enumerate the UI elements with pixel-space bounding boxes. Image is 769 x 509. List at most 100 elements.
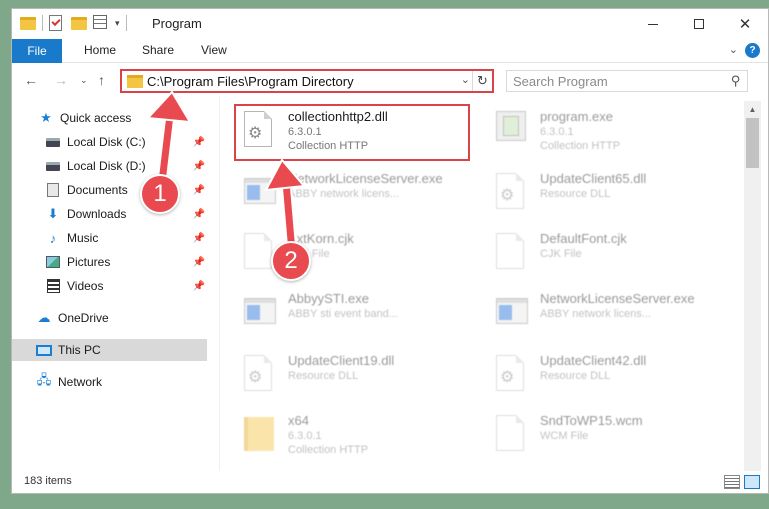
videos-icon xyxy=(45,278,61,294)
pin-icon[interactable]: 📌 xyxy=(193,257,205,268)
pane-divider[interactable] xyxy=(219,96,220,471)
large-icons-view-icon[interactable] xyxy=(744,475,760,489)
scroll-up-icon[interactable]: ▲ xyxy=(744,101,761,118)
tab-share[interactable]: Share xyxy=(142,43,174,57)
sidebar-item-label: OneDrive xyxy=(58,311,109,325)
file-description: Resource DLL xyxy=(540,370,611,382)
cloud-icon: ☁ xyxy=(37,310,51,325)
exe-icon xyxy=(244,293,276,331)
properties-icon[interactable] xyxy=(93,15,109,31)
sidebar-item-label: Local Disk (D:) xyxy=(67,159,146,173)
sidebar-item-this-pc[interactable]: This PC xyxy=(12,339,207,361)
ribbon-tabs: File Home Share View ⌄ ? xyxy=(12,39,768,63)
chevron-down-icon[interactable]: ⌄ xyxy=(461,73,470,86)
tab-view[interactable]: View xyxy=(201,43,227,57)
file-item[interactable]: AbbyySTI.exe ABBY sti event band... xyxy=(240,287,480,337)
search-icon[interactable]: ⚲ xyxy=(731,73,741,89)
file-version: 6.3.0.1 xyxy=(288,430,322,442)
file-item[interactable]: ⚙ UpdateClient42.dll Resource DLL xyxy=(492,349,732,399)
search-box[interactable]: ⚲ xyxy=(506,70,748,92)
file-item[interactable]: NetworkLicenseServer.exe ABBY network li… xyxy=(240,167,480,217)
sidebar-item-local-disk-d[interactable]: Local Disk (D:) 📌 xyxy=(12,155,207,177)
settings-file-icon: ⚙ xyxy=(244,355,276,393)
vertical-scrollbar[interactable]: ▲ xyxy=(744,101,761,471)
maximize-button[interactable] xyxy=(676,9,722,39)
file-name: DefaultFont.cjk xyxy=(540,231,627,246)
sidebar-item-videos[interactable]: Videos 📌 xyxy=(12,275,207,297)
tab-home[interactable]: Home xyxy=(84,43,116,57)
pin-icon[interactable]: 📌 xyxy=(193,185,205,196)
scroll-thumb[interactable] xyxy=(746,118,759,168)
pin-icon[interactable]: 📌 xyxy=(193,137,205,148)
sidebar-item-label: Local Disk (C:) xyxy=(67,135,146,149)
search-input[interactable] xyxy=(513,73,723,89)
file-version: 6.3.0.1 xyxy=(540,126,574,138)
settings-file-icon: ⚙ xyxy=(496,173,528,211)
sidebar-item-network[interactable]: 🖧 Network xyxy=(12,371,207,393)
pin-icon[interactable]: 📌 xyxy=(193,209,205,220)
properties-check-icon[interactable] xyxy=(49,15,65,31)
file-item[interactable]: ⚙ UpdateClient19.dll Resource DLL xyxy=(240,349,480,399)
file-description: ABBY network licens... xyxy=(288,188,400,200)
sidebar-item-label: Downloads xyxy=(67,207,127,221)
file-description: Collection HTTP xyxy=(540,140,621,152)
refresh-icon[interactable]: ↻ xyxy=(472,71,492,91)
file-name: UpdateClient65.dll xyxy=(540,171,647,186)
sidebar-item-label: Documents xyxy=(67,183,128,197)
folder-icon xyxy=(127,75,143,88)
expand-ribbon-icon[interactable]: ⌄ xyxy=(729,43,738,56)
sidebar-item-label: Network xyxy=(58,375,103,389)
file-item[interactable]: NetworkLicenseServer.exe ABBY network li… xyxy=(492,287,732,337)
sidebar-item-label: This PC xyxy=(58,343,101,357)
folder-icon xyxy=(244,415,276,453)
sidebar-item-label: Quick access xyxy=(60,111,132,125)
network-icon: 🖧 xyxy=(36,372,52,387)
selected-file-highlight xyxy=(234,104,470,161)
toolbar-divider xyxy=(125,15,127,31)
recent-locations-icon[interactable]: ⌄ xyxy=(80,75,88,86)
address-path[interactable]: C:\Program Files\Program Directory xyxy=(147,74,354,89)
sidebar-item-pictures[interactable]: Pictures 📌 xyxy=(12,251,207,273)
sidebar-item-local-disk-c[interactable]: Local Disk (C:) 📌 xyxy=(12,131,207,153)
documents-icon xyxy=(45,182,61,198)
help-icon[interactable]: ? xyxy=(745,43,760,58)
file-name: AbbyySTI.exe xyxy=(288,291,369,306)
file-item[interactable]: program.exe 6.3.0.1 Collection HTTP xyxy=(492,105,732,155)
file-name: x64 xyxy=(288,413,309,428)
file-item[interactable]: ⚙ UpdateClient65.dll Resource DLL xyxy=(492,167,732,217)
up-arrow-icon[interactable]: ↑ xyxy=(98,72,105,88)
pin-icon[interactable]: 📌 xyxy=(193,281,205,292)
file-name: NetworkLicenseServer.exe xyxy=(540,291,695,306)
details-view-icon[interactable] xyxy=(724,475,740,489)
quick-access-toolbar: ▾ xyxy=(20,15,127,31)
back-arrow-icon[interactable]: ← xyxy=(24,72,38,88)
star-icon: ★ xyxy=(40,110,52,125)
drive-icon xyxy=(45,134,61,150)
toolbar-divider xyxy=(42,15,43,31)
sidebar-item-label: Pictures xyxy=(67,255,111,269)
navigation-pane: ★ Quick access Local Disk (C:) 📌 Local D… xyxy=(12,101,207,469)
sidebar-item-downloads[interactable]: ⬇ Downloads 📌 xyxy=(12,203,207,225)
file-item[interactable]: DefaultFont.cjk CJK File xyxy=(492,227,732,277)
sidebar-item-quick-access[interactable]: ★ Quick access xyxy=(12,107,207,129)
minimize-button[interactable] xyxy=(630,9,676,39)
new-folder-icon[interactable] xyxy=(71,15,87,31)
navigation-bar: ← → ⌄ ↑ C:\Program Files\Program Directo… xyxy=(12,64,768,96)
exe-icon xyxy=(496,293,528,331)
close-button[interactable]: ✕ xyxy=(722,9,768,39)
file-item[interactable]: SndToWP15.wcm WCM File xyxy=(492,409,732,459)
customize-toolbar-icon[interactable]: ▾ xyxy=(115,18,120,29)
forward-arrow-icon[interactable]: → xyxy=(54,72,68,88)
file-item[interactable]: x64 6.3.0.1 Collection HTTP xyxy=(240,409,480,459)
tab-file[interactable]: File xyxy=(12,39,62,63)
download-icon: ⬇ xyxy=(47,206,59,221)
pin-icon[interactable]: 📌 xyxy=(193,233,205,244)
file-name: SndToWP15.wcm xyxy=(540,413,643,428)
address-bar[interactable]: C:\Program Files\Program Directory ⌄ ↻ xyxy=(120,69,494,93)
music-icon: ♪ xyxy=(49,230,57,246)
pin-icon[interactable]: 📌 xyxy=(193,161,205,172)
program-icon xyxy=(496,111,528,149)
sidebar-item-onedrive[interactable]: ☁ OneDrive xyxy=(12,307,207,329)
item-count: 183 items xyxy=(24,475,72,487)
sidebar-item-music[interactable]: ♪ Music 📌 xyxy=(12,227,207,249)
